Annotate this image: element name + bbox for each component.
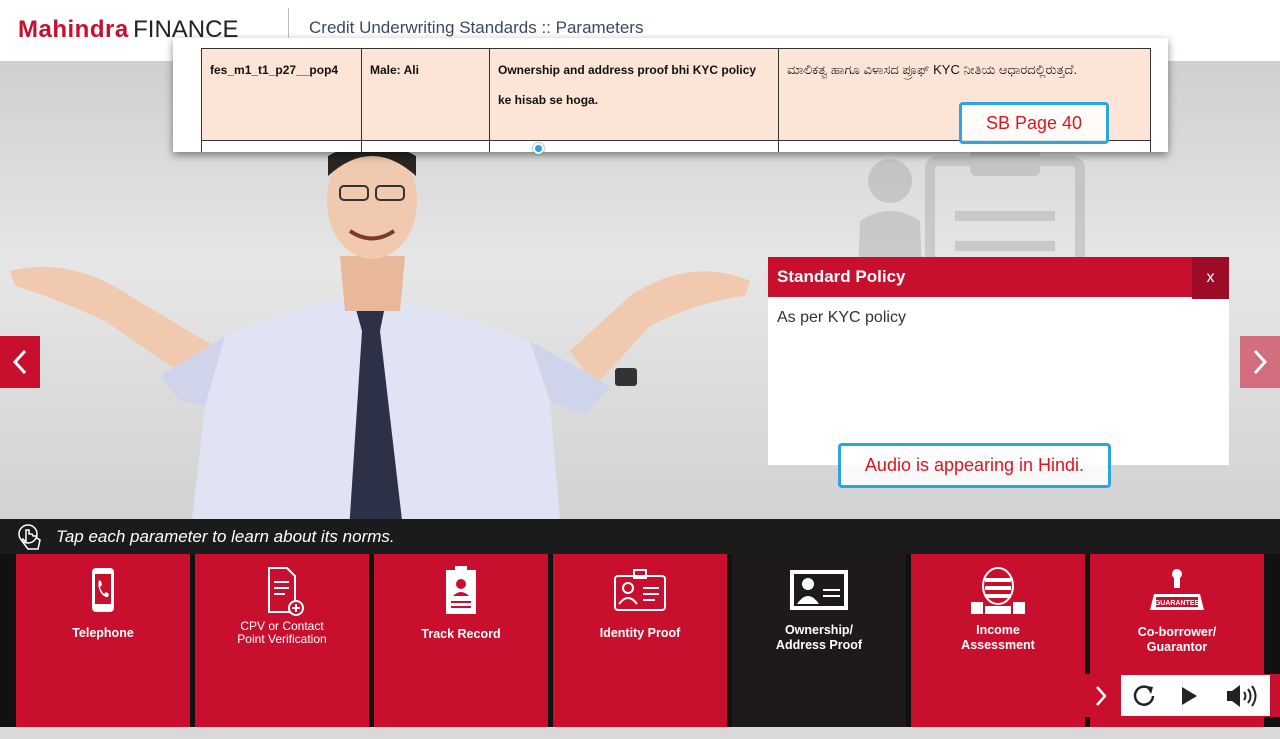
document-add-icon: [268, 567, 304, 616]
presenter-illustration: [10, 146, 750, 519]
speaker-icon: [1227, 684, 1257, 707]
player-controls: [1080, 674, 1280, 717]
header-divider: [288, 8, 289, 40]
tile-label: Ownership/ Address Proof: [775, 623, 863, 652]
guarantee-stamp-icon: GUARANTEE: [1150, 569, 1204, 610]
play-button[interactable]: [1167, 675, 1211, 716]
cell-speaker: Male: Ali: [361, 48, 490, 141]
telephone-icon: [92, 568, 114, 612]
tile-ownership-address-proof[interactable]: Ownership/ Address Proof: [732, 554, 906, 727]
audio-toggle-button[interactable]: [1211, 675, 1275, 716]
footer-bar: [0, 727, 1280, 739]
cell-id: fes_m1_t1_p27__pop4: [201, 48, 362, 141]
money-stack-icon: [971, 567, 1025, 614]
tile-label: Telephone: [72, 626, 134, 640]
popup-close-button[interactable]: x: [1192, 257, 1229, 299]
sb-page-callout: SB Page 40: [959, 102, 1109, 144]
tile-cpv[interactable]: CPV or Contact Point Verification: [195, 554, 369, 727]
instruction-bar: Tap each parameter to learn about its no…: [0, 519, 1280, 554]
annotation-pin: [533, 143, 544, 154]
chevron-left-icon: [12, 349, 27, 375]
tile-track-record[interactable]: Track Record: [374, 554, 548, 727]
controls-edge: [1270, 674, 1280, 717]
tile-label: Track Record: [421, 627, 501, 641]
tap-hand-icon: [18, 524, 41, 550]
tile-label: Co-borrower/ Guarantor: [1137, 625, 1217, 654]
tile-income-assessment[interactable]: Income Assessment: [911, 554, 1085, 727]
table-cell: [201, 140, 362, 152]
next-slide-button[interactable]: [1240, 336, 1280, 388]
tile-identity-proof[interactable]: Identity Proof: [553, 554, 727, 727]
replay-button[interactable]: [1121, 675, 1167, 716]
standard-policy-popup: Standard Policy x As per KYC policy: [768, 257, 1229, 465]
previous-slide-button[interactable]: [0, 336, 40, 388]
logo-brand: Mahindra: [18, 16, 129, 43]
chevron-right-icon: [1253, 349, 1268, 375]
tile-label: CPV or Contact Point Verification: [237, 619, 327, 646]
audio-note-callout: Audio is appearing in Hindi.: [838, 443, 1111, 488]
replay-icon: [1133, 684, 1155, 706]
record-book-icon: [446, 566, 476, 614]
tile-label: Identity Proof: [599, 626, 681, 640]
id-card-icon: [614, 569, 666, 611]
popup-title: Standard Policy: [777, 267, 906, 286]
chevron-right-icon: [1096, 685, 1107, 706]
table-cell: [361, 140, 490, 152]
cell-english: Ownership and address proof bhi KYC poli…: [489, 48, 779, 141]
instruction-text: Tap each parameter to learn about its no…: [56, 527, 395, 546]
svg-text:GUARANTEE: GUARANTEE: [1155, 600, 1200, 607]
next-button[interactable]: [1081, 675, 1121, 716]
popup-header: Standard Policy x: [768, 257, 1229, 299]
play-icon: [1182, 686, 1197, 705]
popup-body: As per KYC policy: [777, 309, 906, 326]
page-title: Credit Underwriting Standards :: Paramet…: [309, 18, 644, 37]
tile-label: Income Assessment: [961, 623, 1035, 652]
tile-telephone[interactable]: Telephone: [16, 554, 190, 727]
address-card-icon: [790, 570, 848, 610]
